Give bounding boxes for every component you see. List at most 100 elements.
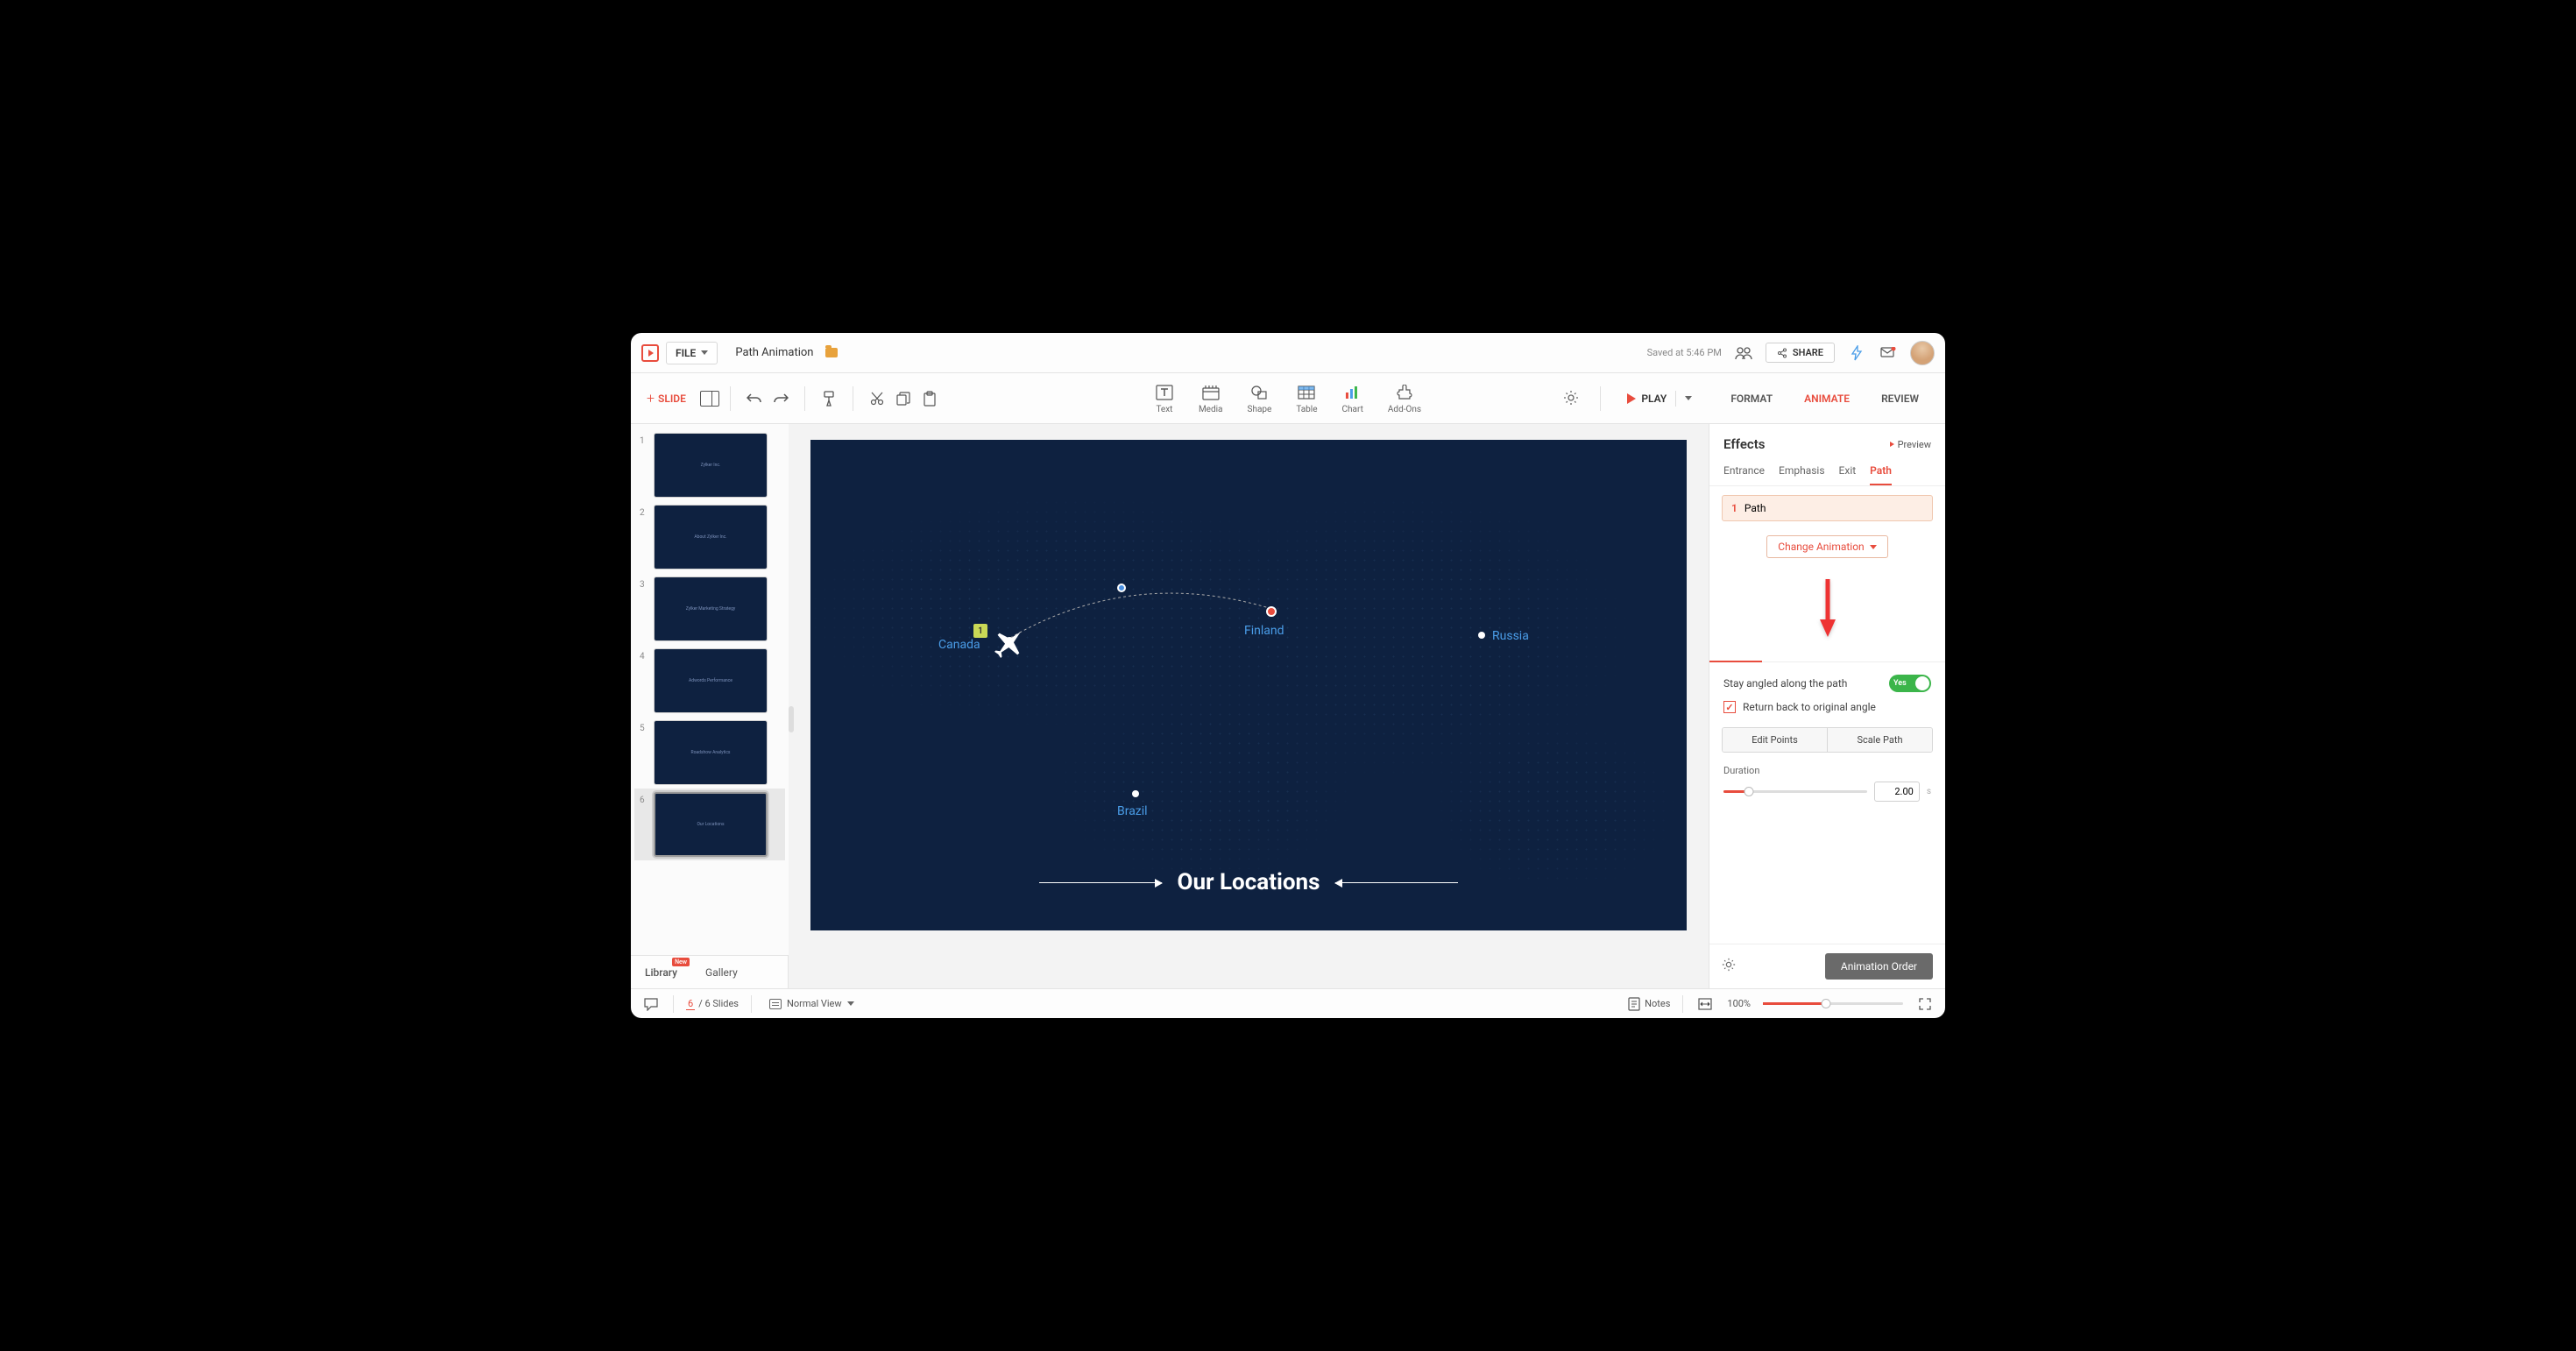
undo-icon[interactable]: [745, 389, 764, 408]
insert-table-button[interactable]: Table: [1296, 383, 1317, 414]
slide-thumbnail-6[interactable]: Our Locations: [654, 792, 768, 857]
zoom-slider[interactable]: [1763, 1002, 1903, 1005]
panel-settings-icon[interactable]: [1722, 958, 1739, 975]
app-logo[interactable]: [641, 344, 659, 362]
change-animation-button[interactable]: Change Animation: [1766, 535, 1887, 558]
addons-label: Add-Ons: [1388, 405, 1421, 414]
shape-icon: [1249, 383, 1269, 402]
zoom-percent[interactable]: 100%: [1727, 998, 1751, 1009]
folder-icon[interactable]: [825, 348, 838, 357]
collaborators-icon[interactable]: [1734, 343, 1753, 363]
location-brazil: Brazil: [1117, 804, 1148, 818]
duration-unit: s: [1927, 787, 1931, 796]
share-icon: [1777, 348, 1787, 358]
stay-angled-toggle[interactable]: Yes: [1889, 675, 1931, 692]
zoom-fill: [1763, 1002, 1826, 1005]
current-slide-number[interactable]: 6: [686, 998, 695, 1010]
tab-animate[interactable]: ANIMATE: [1788, 377, 1865, 420]
tab-entrance[interactable]: Entrance: [1723, 459, 1765, 485]
animation-badge-1[interactable]: 1: [973, 624, 987, 638]
paste-icon[interactable]: [920, 389, 939, 408]
slide-counter: 6 / 6 Slides: [686, 998, 739, 1010]
tab-exit[interactable]: Exit: [1839, 459, 1857, 485]
library-tab[interactable]: Library New: [631, 956, 691, 988]
document-name[interactable]: Path Animation: [735, 346, 813, 359]
insert-chart-button[interactable]: Chart: [1342, 383, 1363, 414]
text-label: Text: [1156, 405, 1172, 414]
play-icon: [1627, 393, 1636, 404]
chevron-down-icon: [1870, 545, 1877, 549]
scale-path-button[interactable]: Scale Path: [1828, 728, 1932, 752]
view-selector[interactable]: Normal View: [764, 995, 860, 1012]
effects-panel-title: Effects: [1723, 436, 1765, 452]
insert-media-button[interactable]: Media: [1199, 383, 1223, 414]
path-mid-node[interactable]: [1117, 584, 1126, 592]
location-finland: Finland: [1244, 624, 1284, 638]
lightning-icon[interactable]: [1847, 343, 1866, 363]
slide-title: Our Locations: [1178, 869, 1320, 895]
thumb-number: 3: [640, 576, 648, 590]
tab-format[interactable]: FORMAT: [1715, 377, 1788, 420]
edit-points-button[interactable]: Edit Points: [1723, 728, 1828, 752]
animation-path[interactable]: [1003, 584, 1292, 654]
fit-width-icon[interactable]: [1695, 994, 1715, 1014]
notes-button[interactable]: Notes: [1628, 997, 1670, 1011]
redo-icon[interactable]: [771, 389, 790, 408]
library-label: Library: [645, 966, 677, 979]
notification-icon[interactable]: [1879, 343, 1898, 363]
share-label: SHARE: [1793, 347, 1823, 358]
copy-icon[interactable]: [894, 389, 913, 408]
preview-button[interactable]: Preview: [1890, 439, 1931, 450]
return-angle-checkbox[interactable]: [1723, 701, 1736, 713]
title-line-left: [1039, 882, 1162, 883]
slide-canvas[interactable]: 1 Canada Finland Russia Brazil Our Locat…: [810, 440, 1687, 930]
tab-review[interactable]: REVIEW: [1865, 377, 1935, 420]
play-button[interactable]: PLAY: [1620, 387, 1699, 410]
slide-thumbnail-3[interactable]: Zylker Marketing Strategy: [654, 576, 768, 641]
duration-slider[interactable]: [1723, 790, 1867, 793]
duration-input[interactable]: [1874, 782, 1920, 802]
insert-text-button[interactable]: Text: [1155, 383, 1174, 414]
path-end-node[interactable]: [1266, 606, 1277, 617]
tab-path[interactable]: Path: [1870, 459, 1892, 485]
cut-icon[interactable]: [867, 389, 887, 408]
title-line-right: [1335, 882, 1458, 883]
slide-thumbnail-2[interactable]: About Zylker Inc.: [654, 505, 768, 569]
addons-button[interactable]: Add-Ons: [1388, 383, 1421, 414]
insert-shape-button[interactable]: Shape: [1248, 383, 1272, 414]
file-menu-button[interactable]: FILE: [666, 342, 718, 364]
slide-thumbnail-5[interactable]: Roadshow Analytics: [654, 720, 768, 785]
toggle-knob: [1915, 676, 1929, 690]
user-avatar[interactable]: [1910, 341, 1935, 365]
layout-button[interactable]: [700, 391, 719, 407]
stay-angled-label: Stay angled along the path: [1723, 677, 1847, 690]
zoom-knob[interactable]: [1822, 999, 1831, 1008]
comments-icon[interactable]: [641, 994, 661, 1014]
media-label: Media: [1199, 405, 1223, 414]
gallery-tab[interactable]: Gallery: [691, 956, 752, 988]
share-button[interactable]: SHARE: [1766, 343, 1835, 363]
play-label: PLAY: [1641, 393, 1667, 405]
location-dot-russia: [1478, 632, 1485, 639]
chevron-down-icon: [847, 1001, 854, 1006]
animation-list-item[interactable]: 1 Path: [1722, 495, 1933, 521]
divider: [751, 995, 752, 1013]
settings-icon[interactable]: [1563, 390, 1581, 407]
airplane-icon[interactable]: [990, 624, 1029, 666]
panel-resize-handle[interactable]: [789, 706, 794, 732]
thumb-number: 6: [640, 792, 648, 805]
total-slides: / 6 Slides: [698, 998, 739, 1009]
tab-emphasis[interactable]: Emphasis: [1779, 459, 1825, 485]
animation-order-button[interactable]: Animation Order: [1825, 953, 1933, 980]
file-label: FILE: [676, 347, 696, 359]
slider-knob[interactable]: [1744, 787, 1754, 796]
format-painter-icon[interactable]: [819, 389, 839, 408]
notes-icon: [1628, 997, 1640, 1011]
slide-thumbnail-1[interactable]: Zylker Inc.: [654, 433, 768, 498]
new-slide-button[interactable]: + SLIDE: [641, 386, 691, 410]
view-label: Normal View: [787, 998, 842, 1009]
section-separator: [1709, 661, 1945, 662]
fullscreen-icon[interactable]: [1915, 994, 1935, 1014]
return-angle-label: Return back to original angle: [1743, 701, 1876, 713]
slide-thumbnail-4[interactable]: Adwords Performance: [654, 648, 768, 713]
